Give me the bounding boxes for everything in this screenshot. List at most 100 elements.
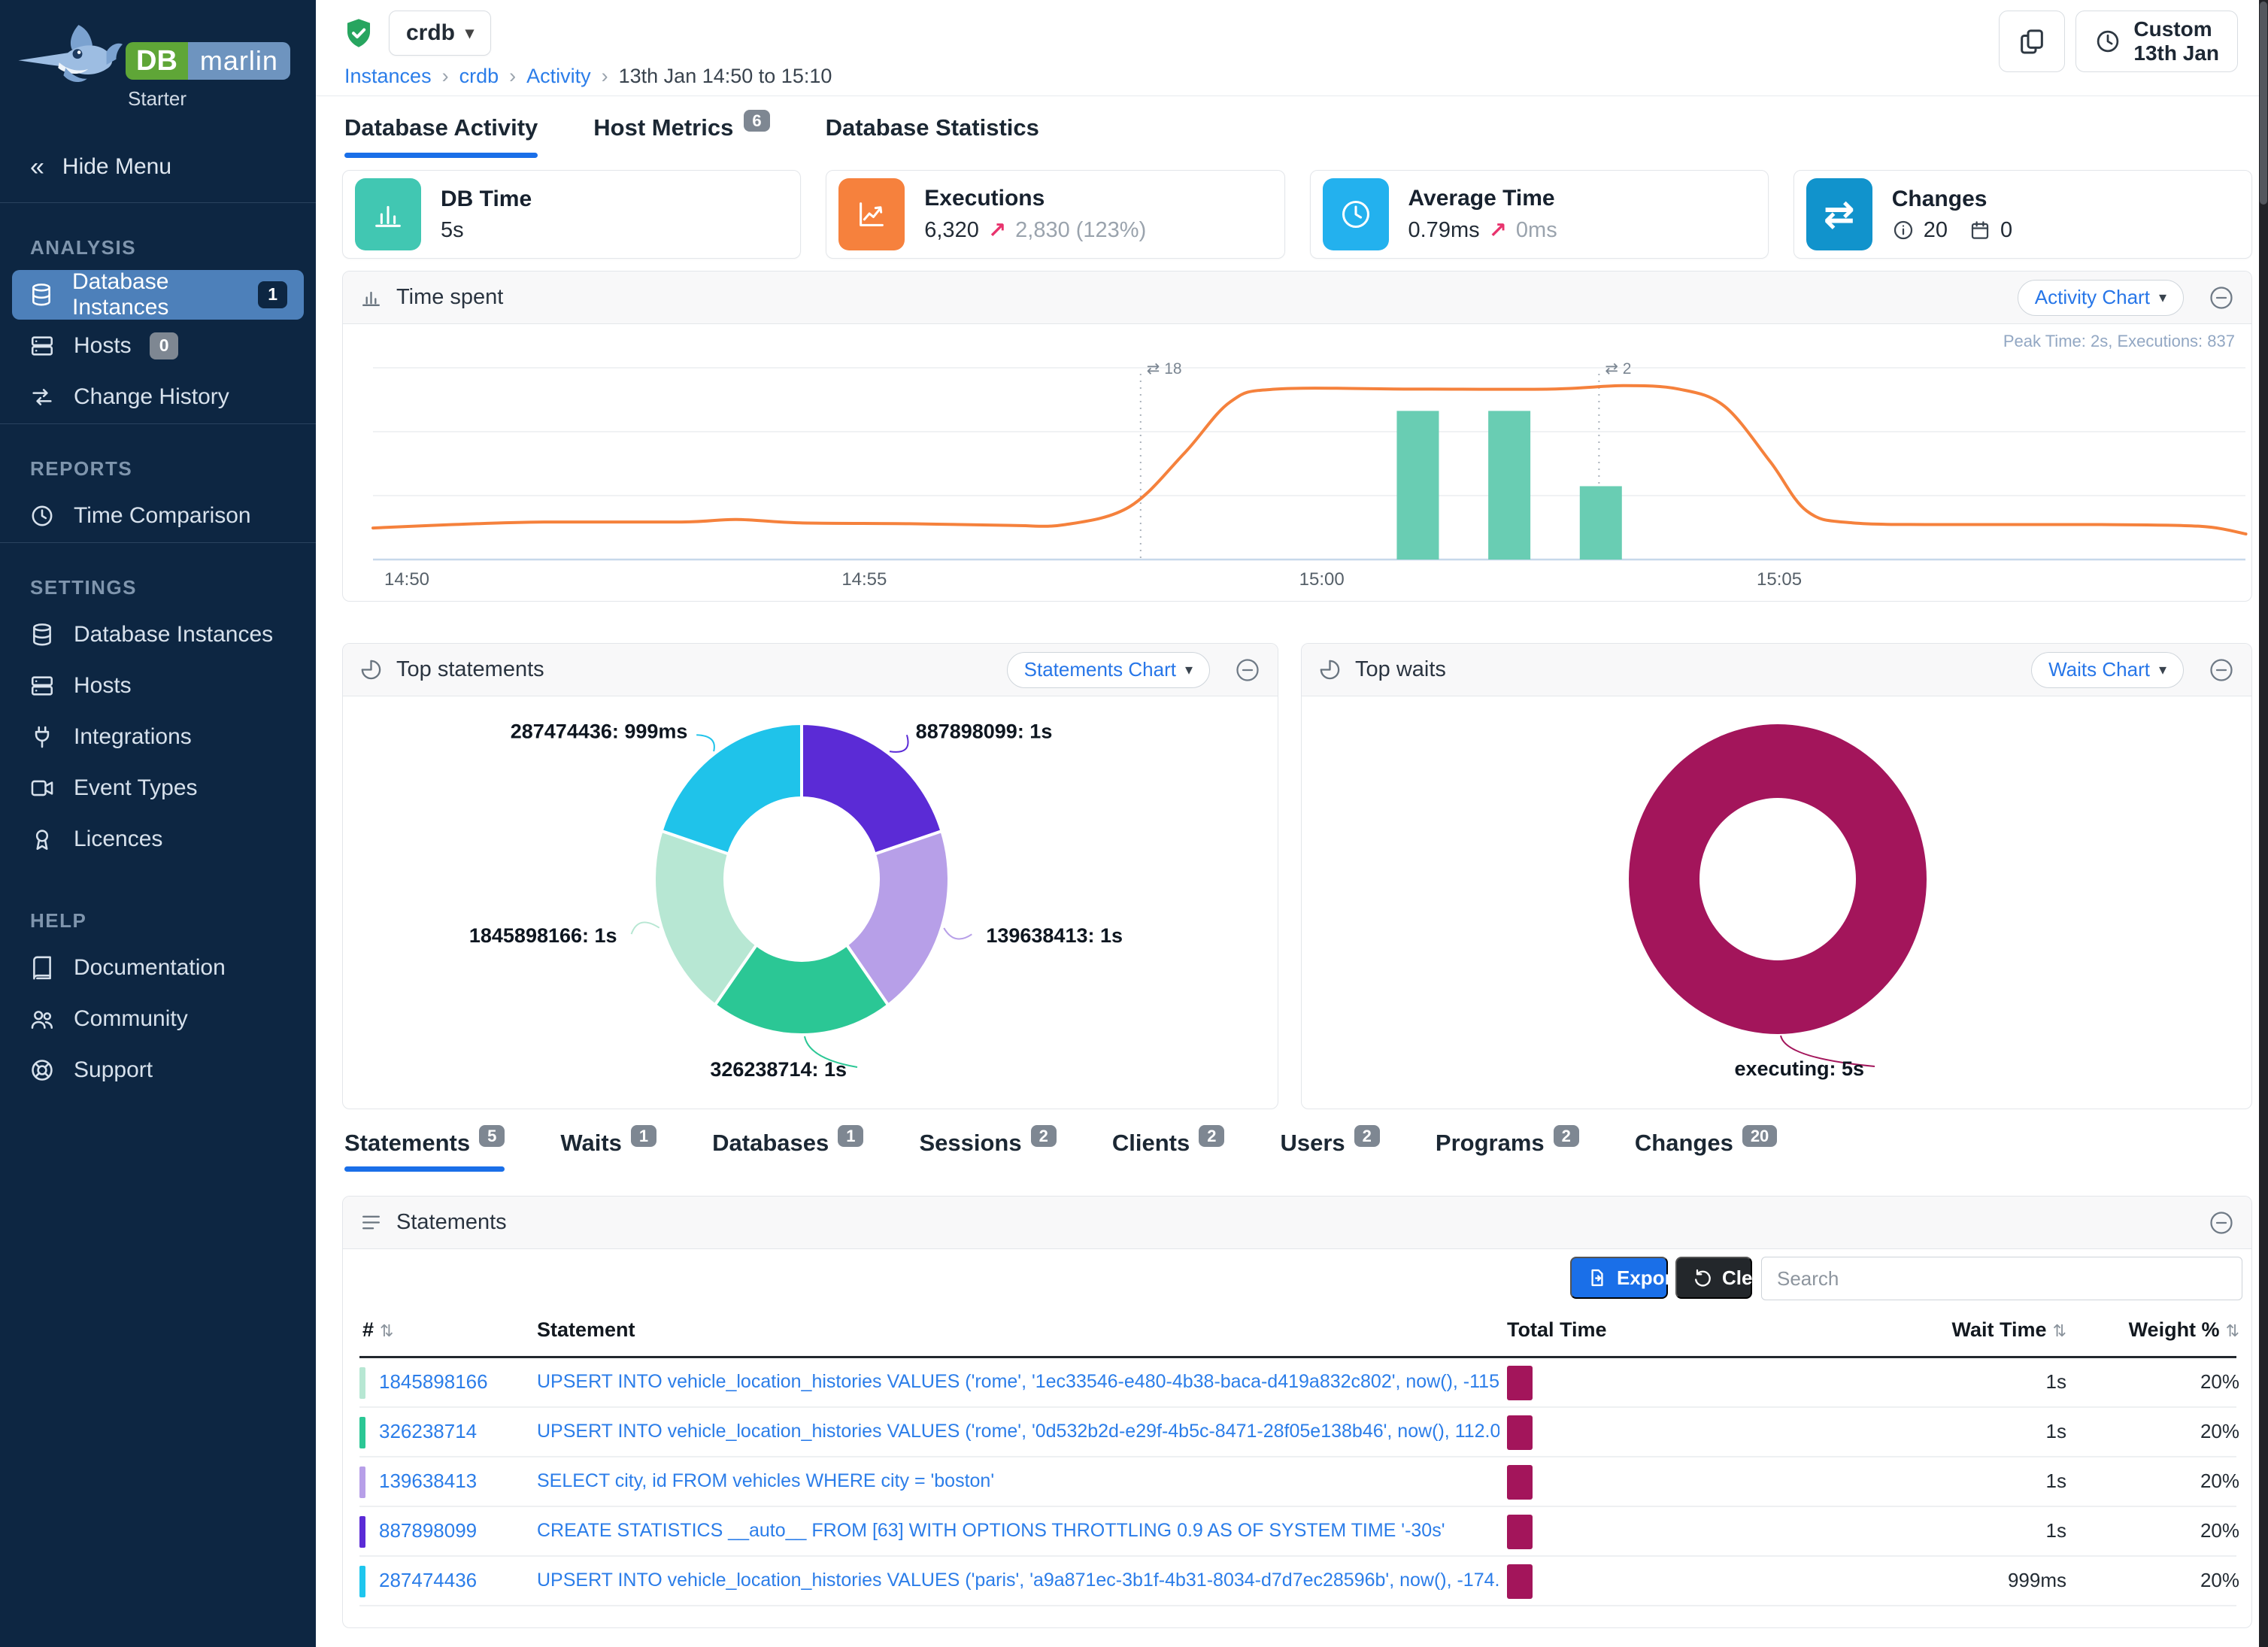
sidebar-item-event-types[interactable]: Event Types — [12, 763, 304, 813]
detail-tab-clients[interactable]: Clients2 — [1112, 1130, 1225, 1172]
col-weight-label[interactable]: Weight % — [2129, 1318, 2220, 1341]
statements-panel-title: Statements — [396, 1210, 2184, 1235]
support-icon — [29, 1057, 56, 1083]
detail-tab-databases[interactable]: Databases1 — [712, 1130, 863, 1172]
tab-database-statistics[interactable]: Database Statistics — [826, 114, 1039, 158]
copy-icon — [2017, 26, 2047, 56]
sidebar-item-change-history[interactable]: Change History — [12, 372, 304, 422]
sidebar-item-database-instances[interactable]: Database Instances — [12, 610, 304, 660]
detail-tab-label: Databases — [712, 1130, 829, 1156]
breadcrumb-item[interactable]: crdb — [459, 65, 499, 88]
statement-color-chip — [359, 1467, 365, 1498]
donut-slice-label: 887898099: 1s — [916, 720, 1053, 742]
detail-tab-label: Users — [1280, 1130, 1345, 1156]
col-statement-label[interactable]: Statement — [537, 1318, 635, 1342]
table-header: # ⇅ Statement Total Time Wait Time ⇅ Weigh… — [359, 1318, 2236, 1356]
sidebar-item-hosts[interactable]: Hosts — [12, 661, 304, 711]
search-input[interactable] — [1761, 1257, 2242, 1300]
donut-label-leader — [944, 928, 972, 939]
col-wait-time-label[interactable]: Wait Time — [1952, 1318, 2047, 1341]
hide-menu-button[interactable]: « Hide Menu — [0, 132, 316, 202]
donut-label-leader — [632, 922, 659, 934]
collapse-panel-icon[interactable] — [1234, 657, 1261, 684]
sidebar-item-community[interactable]: Community — [12, 994, 304, 1044]
statement-color-chip — [359, 1566, 365, 1597]
total-time-bar — [1507, 1415, 1533, 1450]
metric-card-value-line: 200 — [1892, 218, 2012, 243]
scrollbar-thumb[interactable] — [2260, 2, 2267, 205]
tab-host-metrics[interactable]: Host Metrics6 — [593, 114, 769, 158]
breadcrumb-item[interactable]: Instances — [344, 65, 432, 88]
hide-menu-label: Hide Menu — [62, 154, 171, 180]
collapse-panel-icon[interactable] — [2208, 1209, 2235, 1236]
donut-label-leader — [696, 735, 714, 751]
collapse-panel-icon[interactable] — [2208, 284, 2235, 311]
detail-tab-changes[interactable]: Changes20 — [1635, 1130, 1777, 1172]
statement-link[interactable]: CREATE STATISTICS __auto__ FROM [63] WIT… — [537, 1520, 1445, 1542]
detail-tab-badge: 2 — [1031, 1125, 1057, 1147]
sidebar-item-integrations[interactable]: Integrations — [12, 712, 304, 762]
metric-card-value: 6,320 — [924, 218, 979, 243]
x-tick-label: 14:50 — [384, 569, 429, 590]
detail-tab-statements[interactable]: Statements5 — [344, 1130, 505, 1172]
list-icon — [359, 1211, 383, 1234]
clear-button[interactable]: Clear — [1675, 1257, 1752, 1299]
statement-color-chip — [359, 1516, 365, 1548]
table-row: 139638413 SELECT city, id FROM vehicles W… — [359, 1457, 2236, 1507]
executions-bar — [1580, 486, 1622, 560]
top-statements-panel: Top statements Statements Chart ▾ 887898… — [342, 643, 1278, 1109]
statement-link[interactable]: UPSERT INTO vehicle_location_histories V… — [537, 1421, 1499, 1442]
col-num-label[interactable]: # — [362, 1318, 374, 1341]
sidebar-item-label: Event Types — [74, 775, 198, 801]
statement-id-link[interactable]: 139638413 — [379, 1470, 477, 1493]
tab-database-activity[interactable]: Database Activity — [344, 114, 538, 158]
statement-link[interactable]: UPSERT INTO vehicle_location_histories V… — [537, 1371, 1499, 1393]
activity-chart[interactable]: ⇄ 18⇄ 214:5014:5515:0015:05 — [343, 324, 2251, 601]
sidebar-item-time-comparison[interactable]: Time Comparison — [12, 491, 304, 541]
top-statements-donut[interactable]: 887898099: 1s139638413: 1s326238714: 1s1… — [343, 696, 1278, 1109]
metric-card-average-time: Average Time0.79ms↗0ms — [1310, 170, 1769, 259]
table-row: 1845898166 UPSERT INTO vehicle_location_h… — [359, 1358, 2236, 1408]
col-total-time-label[interactable]: Total Time — [1507, 1318, 1607, 1342]
sidebar-item-support[interactable]: Support — [12, 1045, 304, 1095]
statement-link[interactable]: SELECT city, id FROM vehicles WHERE city… — [537, 1470, 994, 1492]
instance-selector[interactable]: crdb ▾ — [389, 11, 491, 56]
sidebar-item-label: Database Instances — [74, 622, 273, 648]
sidebar-item-licences[interactable]: Licences — [12, 814, 304, 864]
export-button[interactable]: Export — [1570, 1257, 1668, 1299]
collapse-panel-icon[interactable] — [2208, 657, 2235, 684]
wait-time-value: 1s — [1856, 1470, 2066, 1493]
x-tick-label: 15:00 — [1299, 569, 1345, 590]
detail-tab-waits[interactable]: Waits1 — [560, 1130, 656, 1172]
server-icon — [29, 673, 56, 699]
statements-chart-dropdown[interactable]: Statements Chart ▾ — [1007, 652, 1210, 688]
statement-id-link[interactable]: 287474436 — [379, 1569, 477, 1592]
sort-icon[interactable]: ⇅ — [2053, 1321, 2066, 1340]
statement-link[interactable]: UPSERT INTO vehicle_location_histories V… — [537, 1570, 1499, 1591]
detail-tab-users[interactable]: Users2 — [1280, 1130, 1379, 1172]
trend-up-icon: ↗ — [1489, 217, 1507, 244]
detail-tab-programs[interactable]: Programs2 — [1436, 1130, 1579, 1172]
activity-chart-dropdown-label: Activity Chart — [2035, 286, 2150, 309]
metric-card-db-time: DB Time5s — [342, 170, 801, 259]
copy-link-button[interactable] — [1999, 11, 2065, 72]
activity-chart-dropdown[interactable]: Activity Chart ▾ — [2018, 280, 2184, 316]
sidebar-item-database-instances[interactable]: Database Instances1 — [12, 270, 304, 320]
statements-chart-dropdown-label: Statements Chart — [1024, 658, 1176, 681]
waits-chart-dropdown[interactable]: Waits Chart ▾ — [2031, 652, 2184, 688]
detail-tab-sessions[interactable]: Sessions2 — [919, 1130, 1056, 1172]
sidebar-item-documentation[interactable]: Documentation — [12, 943, 304, 993]
sidebar-item-hosts[interactable]: Hosts0 — [12, 321, 304, 371]
statement-id-link[interactable]: 1845898166 — [379, 1370, 488, 1394]
table-row: 326238714 UPSERT INTO vehicle_location_hi… — [359, 1408, 2236, 1457]
top-waits-title: Top waits — [1355, 657, 2018, 682]
statement-id-link[interactable]: 887898099 — [379, 1519, 477, 1542]
breadcrumb-item[interactable]: Activity — [526, 65, 591, 88]
time-range-button[interactable]: Custom 13th Jan — [2075, 11, 2238, 72]
scrollbar[interactable] — [2259, 0, 2268, 1647]
sort-icon[interactable]: ⇅ — [2226, 1321, 2239, 1340]
db-time-line — [373, 386, 2246, 534]
sort-icon[interactable]: ⇅ — [380, 1321, 393, 1340]
statement-id-link[interactable]: 326238714 — [379, 1420, 477, 1443]
top-waits-donut[interactable]: executing: 5s — [1302, 696, 2251, 1109]
